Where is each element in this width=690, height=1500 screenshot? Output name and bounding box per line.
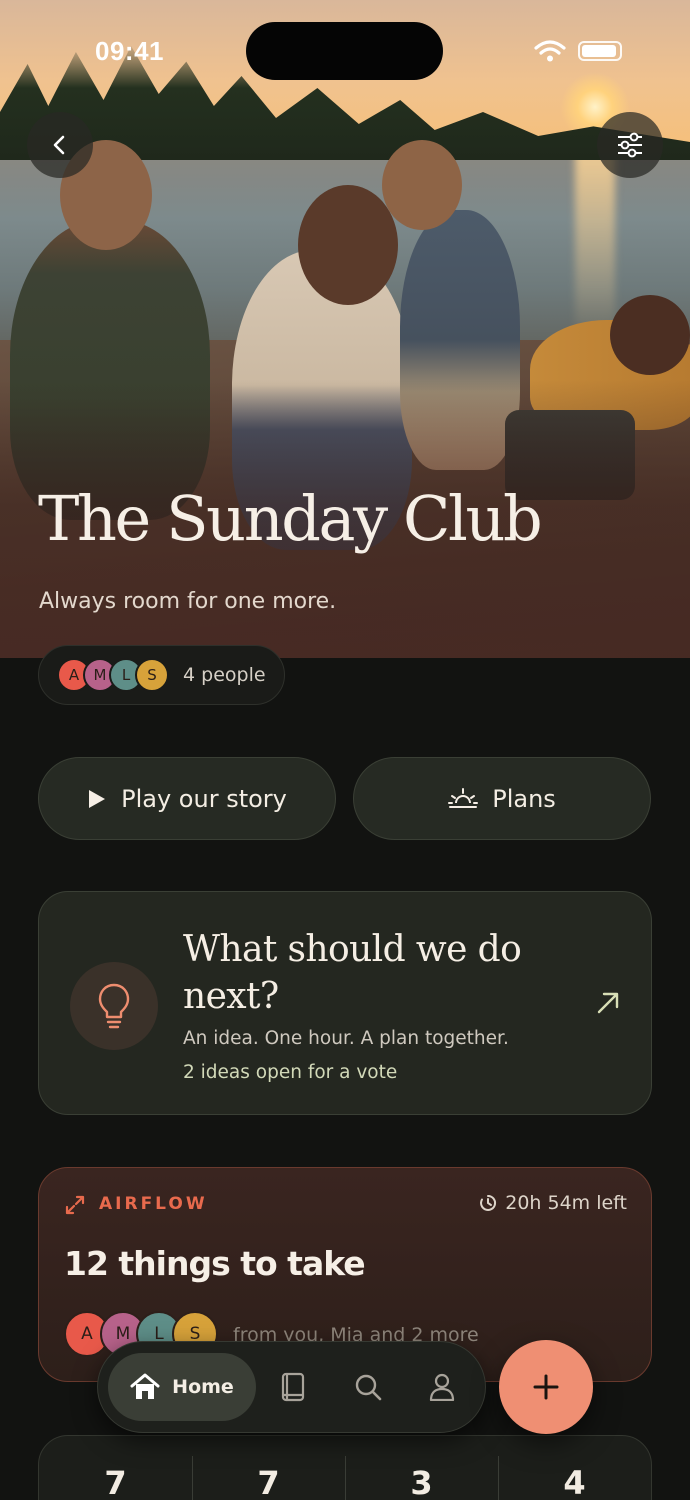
status-time: 09:41 xyxy=(95,36,164,66)
sunrise-icon xyxy=(448,787,479,808)
tab-search[interactable] xyxy=(351,1370,385,1404)
airflow-tag: AIRFLOW xyxy=(99,1194,208,1214)
stat-value: 3 xyxy=(345,1436,498,1500)
time-left: 20h 54m left xyxy=(479,1192,627,1214)
play-story-label: Play our story xyxy=(121,784,287,813)
members-count: 4 people xyxy=(183,664,266,686)
tab-home-label: Home xyxy=(172,1376,234,1398)
idea-title: What should we do next? xyxy=(183,929,522,1017)
tab-journal[interactable] xyxy=(276,1370,310,1404)
tab-profile[interactable] xyxy=(425,1370,459,1404)
battery-icon xyxy=(578,41,622,61)
back-button[interactable] xyxy=(27,112,93,178)
tab-home[interactable]: Home xyxy=(108,1353,256,1421)
idea-subtitle: An idea. One hour. A plan together. xyxy=(183,1028,509,1049)
book-icon xyxy=(281,1372,305,1402)
lightbulb-badge xyxy=(70,962,158,1050)
add-button[interactable] xyxy=(499,1340,593,1434)
profile-icon xyxy=(429,1373,455,1401)
tab-bar: Home xyxy=(97,1341,486,1433)
stats-strip: 7 7 3 4 xyxy=(38,1435,652,1500)
stat-value: 7 xyxy=(192,1436,345,1500)
idea-votes: 2 ideas open for a vote xyxy=(183,1062,398,1083)
members-pill[interactable]: A M L S 4 people xyxy=(38,645,285,705)
status-bar: 09:41 xyxy=(0,0,690,100)
home-icon xyxy=(130,1373,160,1399)
lightbulb-icon xyxy=(98,983,130,1029)
play-story-button[interactable]: Play our story xyxy=(38,757,336,840)
avatar: S xyxy=(135,658,169,692)
plans-button[interactable]: Plans xyxy=(353,757,651,840)
expand-icon xyxy=(65,1195,85,1215)
plans-label: Plans xyxy=(492,784,556,813)
stat-value: 4 xyxy=(498,1436,651,1500)
wifi-icon xyxy=(534,40,566,62)
page-subtitle: Always room for one more. xyxy=(39,589,337,614)
stat-value: 7 xyxy=(104,1464,127,1500)
filter-settings-button[interactable] xyxy=(597,112,663,178)
plus-icon xyxy=(533,1374,559,1400)
dynamic-island xyxy=(246,22,443,80)
page-title: The Sunday Club xyxy=(38,482,543,555)
timer-icon xyxy=(480,1194,497,1211)
arrow-up-right-icon[interactable] xyxy=(595,990,621,1016)
search-icon xyxy=(355,1374,382,1401)
idea-card[interactable]: What should we do next? An idea. One hou… xyxy=(38,891,652,1115)
sliders-icon xyxy=(618,132,642,158)
member-avatars: A M L S xyxy=(57,658,169,692)
airflow-title: 12 things to take xyxy=(64,1244,366,1283)
chevron-left-icon xyxy=(53,135,65,155)
time-left-label: 20h 54m left xyxy=(505,1192,627,1214)
play-icon xyxy=(89,789,106,808)
